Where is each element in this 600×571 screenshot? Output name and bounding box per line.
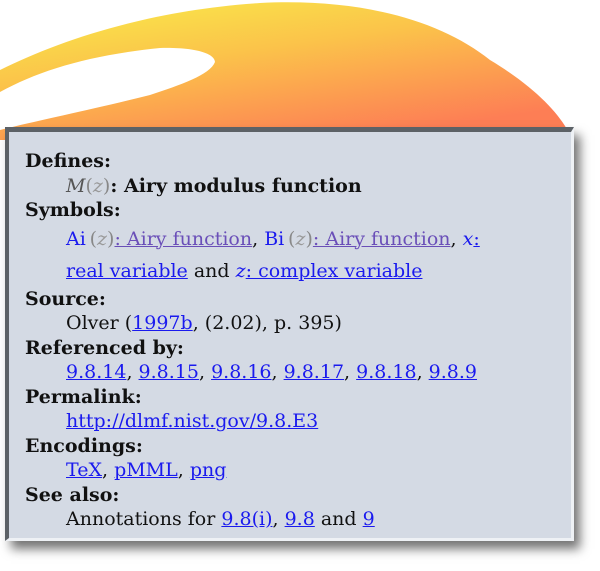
defines-value: M(z): Airy modulus function: [66, 174, 362, 197]
symbol-ai-link[interactable]: : Airy function: [114, 228, 252, 250]
encoding-tex-link[interactable]: TeX: [66, 459, 102, 481]
symbol-z: z: [235, 259, 246, 282]
dlmf-logo-banner: [0, 2, 572, 140]
source-value: Olver (1997b, (2.02), p. 395): [66, 312, 342, 334]
defines-symbol: M: [66, 174, 86, 197]
see-also-link[interactable]: 9: [363, 508, 375, 530]
source-ref-link[interactable]: 1997b: [132, 312, 193, 334]
see-also-label: See also:: [25, 483, 120, 506]
permalink-url[interactable]: http://dlmf.nist.gov/9.8.E3: [66, 410, 318, 432]
permalink-label: Permalink:: [25, 385, 142, 408]
symbol-x-link-text[interactable]: real variable: [66, 260, 188, 282]
ref-link[interactable]: 9.8.17: [284, 361, 344, 383]
symbol-x-link[interactable]: :: [473, 228, 479, 250]
defines-arg: z: [92, 174, 103, 197]
encodings-links: TeX, pMML, png: [66, 459, 227, 481]
referenced-by-label: Referenced by:: [25, 336, 184, 359]
symbol-z-link[interactable]: : complex variable: [246, 260, 423, 282]
ref-link[interactable]: 9.8.18: [356, 361, 416, 383]
encodings-label: Encodings:: [25, 434, 143, 457]
see-also-link[interactable]: 9.8(i): [221, 508, 272, 530]
see-also-value: Annotations for 9.8(i), 9.8 and 9: [66, 508, 375, 530]
symbols-label: Symbols:: [25, 199, 121, 221]
ref-link[interactable]: 9.8.9: [429, 361, 477, 383]
annotation-panel: Defines: M(z): Airy modulus function Sym…: [5, 127, 574, 541]
encoding-png-link[interactable]: png: [190, 459, 227, 481]
ref-link[interactable]: 9.8.14: [66, 361, 126, 383]
symbols-value: Ai (z): Airy function, Bi (z): Airy func…: [66, 227, 480, 282]
ref-link[interactable]: 9.8.16: [211, 361, 271, 383]
see-also-link[interactable]: 9.8: [285, 508, 315, 530]
referenced-by-links: 9.8.14, 9.8.15, 9.8.16, 9.8.17, 9.8.18, …: [66, 361, 478, 383]
symbol-ai: Ai: [66, 227, 86, 250]
symbol-x: x: [462, 227, 474, 250]
defines-name: Airy modulus function: [123, 174, 362, 197]
symbol-bi: Bi: [264, 227, 285, 250]
symbol-bi-link[interactable]: : Airy function: [313, 228, 451, 250]
ref-link[interactable]: 9.8.15: [139, 361, 199, 383]
source-label: Source:: [25, 287, 106, 310]
encoding-pmml-link[interactable]: pMML: [114, 459, 178, 481]
defines-label: Defines:: [25, 150, 111, 172]
